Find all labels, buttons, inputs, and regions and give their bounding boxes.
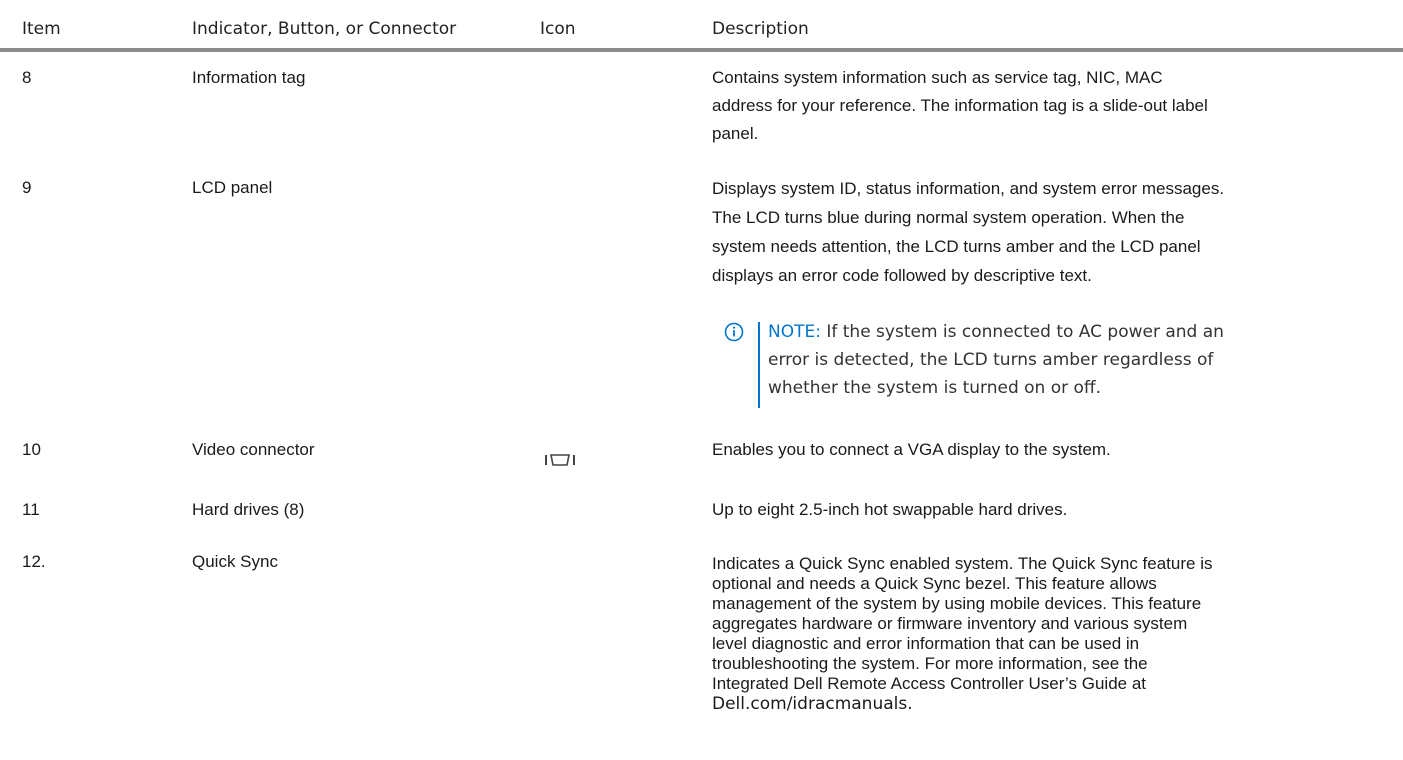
document-page: Item Indicator, Button, or Connector Ico… xyxy=(0,0,1403,760)
row-description: Up to eight 2.5-inch hot swappable hard … xyxy=(712,496,1402,524)
row-component-name: Quick Sync xyxy=(192,552,278,571)
description-line: troubleshooting the system. For more inf… xyxy=(712,654,1148,673)
row-item-number: 11 xyxy=(22,500,40,519)
row-component-name: LCD panel xyxy=(192,178,273,197)
note-callout: NOTE: If the system is connected to AC p… xyxy=(724,318,1244,412)
description-line: Enables you to connect a VGA display to … xyxy=(712,440,1111,459)
note-text: NOTE: If the system is connected to AC p… xyxy=(768,318,1224,402)
table-header: Item Indicator, Button, or Connector Ico… xyxy=(0,0,1403,52)
note-line: whether the system is turned on or off. xyxy=(768,378,1102,398)
description-line: aggregates hardware or firmware inventor… xyxy=(712,614,1188,633)
description-line: management of the system by using mobile… xyxy=(712,594,1202,613)
note-line: error is detected, the LCD turns amber r… xyxy=(768,350,1214,370)
row-description: Displays system ID, status information, … xyxy=(712,174,1402,290)
header-description: Description xyxy=(712,19,809,39)
row-item-number: 8 xyxy=(22,68,32,87)
note-divider xyxy=(758,322,760,408)
row-description: Indicates a Quick Sync enabled system. T… xyxy=(712,554,1402,714)
row-description: Contains system information such as serv… xyxy=(712,64,1402,148)
row-component-name: Information tag xyxy=(192,68,306,87)
description-line: optional and needs a Quick Sync bezel. T… xyxy=(712,574,1157,593)
description-line: Indicates a Quick Sync enabled system. T… xyxy=(712,554,1213,573)
header-rule xyxy=(0,48,1403,52)
note-line: If the system is connected to AC power a… xyxy=(820,322,1224,342)
row-item-number: 10 xyxy=(22,440,41,459)
row-item-number: 9 xyxy=(22,178,32,197)
description-line: Displays system ID, status information, … xyxy=(712,179,1225,198)
description-line: panel. xyxy=(712,124,759,143)
description-line: Up to eight 2.5-inch hot swappable hard … xyxy=(712,500,1068,519)
description-line: level diagnostic and error information t… xyxy=(712,634,1140,653)
description-line: system needs attention, the LCD turns am… xyxy=(712,237,1201,256)
description-line: Integrated Dell Remote Access Controller… xyxy=(712,674,1147,693)
header-icon: Icon xyxy=(540,19,576,39)
description-line: The LCD turns blue during normal system … xyxy=(712,208,1185,227)
description-line: Contains system information such as serv… xyxy=(712,68,1163,87)
row-description: Enables you to connect a VGA display to … xyxy=(712,436,1402,464)
header-indicator: Indicator, Button, or Connector xyxy=(192,19,457,39)
info-icon xyxy=(724,322,744,342)
note-label: NOTE: xyxy=(768,322,821,342)
row-component-name: Video connector xyxy=(192,440,315,459)
row-component-name: Hard drives (8) xyxy=(192,500,305,519)
description-line: Dell.com/idracmanuals. xyxy=(712,694,913,714)
description-line: displays an error code followed by descr… xyxy=(712,266,1092,285)
row-item-number: 12. xyxy=(22,552,46,571)
vga-port-icon xyxy=(545,454,575,466)
row-icon-cell xyxy=(544,436,576,468)
description-line: address for your reference. The informat… xyxy=(712,96,1208,115)
header-item: Item xyxy=(22,19,61,39)
